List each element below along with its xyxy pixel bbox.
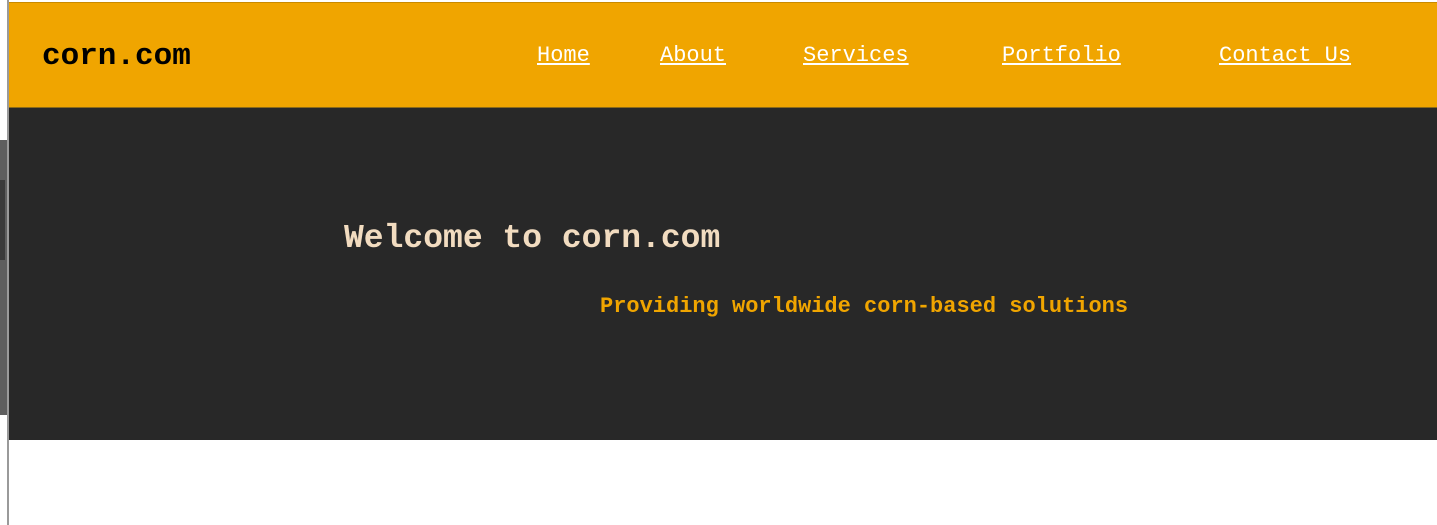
nav-link-home[interactable]: Home [537, 43, 590, 69]
left-edge-shadow-dark [0, 180, 5, 260]
nav-link-contact-us[interactable]: Contact Us [1219, 43, 1351, 69]
nav-link-about[interactable]: About [660, 43, 726, 69]
hero-section: Welcome to corn.com Providing worldwide … [9, 108, 1437, 440]
window-left-edge [0, 0, 9, 525]
hero-subtitle: Providing worldwide corn-based solutions [600, 294, 1129, 319]
hero-title: Welcome to corn.com [344, 220, 721, 257]
site-header: corn.com Home About Services Portfolio C… [9, 2, 1437, 108]
site-logo[interactable]: corn.com [42, 39, 191, 75]
nav-link-portfolio[interactable]: Portfolio [1002, 43, 1121, 69]
nav-link-services[interactable]: Services [803, 43, 909, 69]
